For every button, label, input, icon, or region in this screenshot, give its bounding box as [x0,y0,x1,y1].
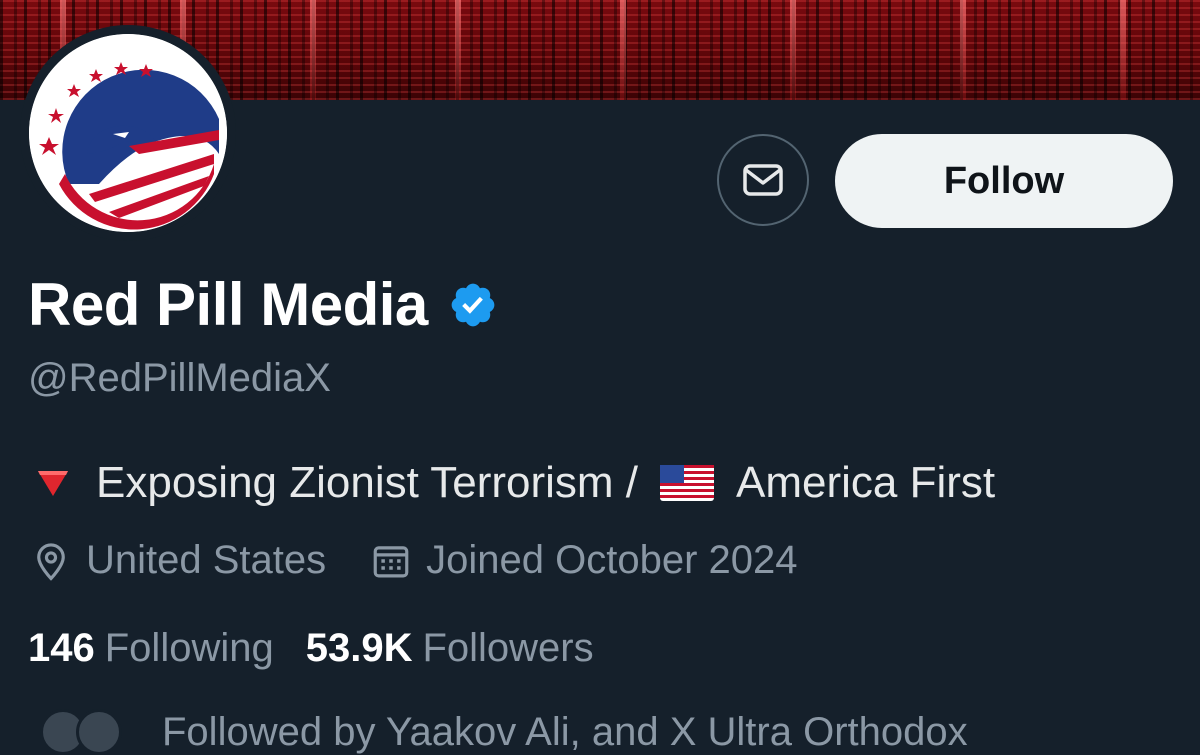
followed-by-text: Followed by Yaakov Ali, and X Ultra Orth… [162,709,968,754]
eagle-logo [29,34,227,232]
followers-label: Followers [422,626,594,670]
followers-link[interactable]: 53.9K Followers [306,626,594,671]
calendar-icon [373,545,409,577]
bio-text-2: America First [736,458,996,507]
joined-text: Joined October 2024 [426,538,798,582]
bio-text-1: Exposing Zionist Terrorism / [96,458,639,507]
profile-handle: @RedPillMediaX [28,356,331,400]
display-name: Red Pill Media [28,271,428,338]
followers-count: 53.9K [305,626,413,670]
following-link[interactable]: 146 Following [28,626,274,671]
following-label: Following [104,626,274,670]
profile-bio: Exposing Zionist Terrorism / America Fir… [36,458,995,508]
verified-badge-icon[interactable] [448,280,498,330]
name-row: Red Pill Media [28,270,498,339]
follower-avatar [76,709,122,755]
red-triangle-icon [38,471,68,496]
following-count: 146 [28,626,95,670]
mail-icon [743,164,783,196]
profile-avatar[interactable] [20,25,236,241]
location-pin-icon [37,542,65,581]
follow-button[interactable]: Follow [835,134,1173,228]
follow-stats: 146 Following 53.9K Followers [28,626,594,671]
message-button[interactable] [717,134,809,226]
followed-by-row[interactable]: Followed by Yaakov Ali, and X Ultra Orth… [40,709,968,755]
location-text: United States [86,538,327,582]
profile-meta: United States Joined October 2024 [30,538,798,583]
us-flag-icon [660,465,715,501]
